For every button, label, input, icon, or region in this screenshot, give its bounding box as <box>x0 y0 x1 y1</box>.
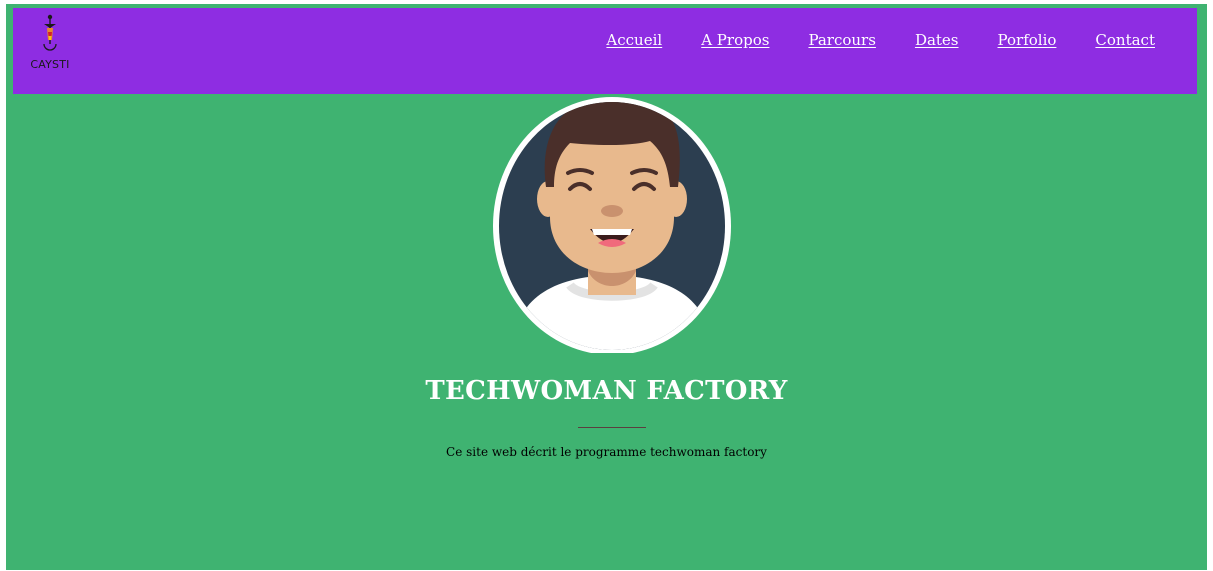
caysti-logo-icon <box>43 14 57 51</box>
navbar: CAYSTI Accueil A Propos Parcours Dates P… <box>13 8 1197 94</box>
page-subtitle: Ce site web décrit le programme techwoma… <box>446 445 767 459</box>
avatar <box>492 95 732 355</box>
main-nav: Accueil A Propos Parcours Dates Porfolio… <box>606 31 1155 49</box>
page-title: TECHWOMAN FACTORY <box>425 376 788 406</box>
page-background: CAYSTI Accueil A Propos Parcours Dates P… <box>6 4 1207 570</box>
nav-link-porfolio[interactable]: Porfolio <box>998 31 1057 49</box>
smiling-man-avatar-icon <box>493 97 731 355</box>
nav-link-parcours[interactable]: Parcours <box>808 31 876 49</box>
nav-link-accueil[interactable]: Accueil <box>606 31 662 49</box>
nav-link-dates[interactable]: Dates <box>915 31 959 49</box>
caysti-logo[interactable]: CAYSTI <box>30 14 70 74</box>
nav-link-a-propos[interactable]: A Propos <box>701 31 769 49</box>
title-divider <box>578 427 646 428</box>
logo-text: CAYSTI <box>30 58 70 71</box>
nav-link-contact[interactable]: Contact <box>1095 31 1155 49</box>
